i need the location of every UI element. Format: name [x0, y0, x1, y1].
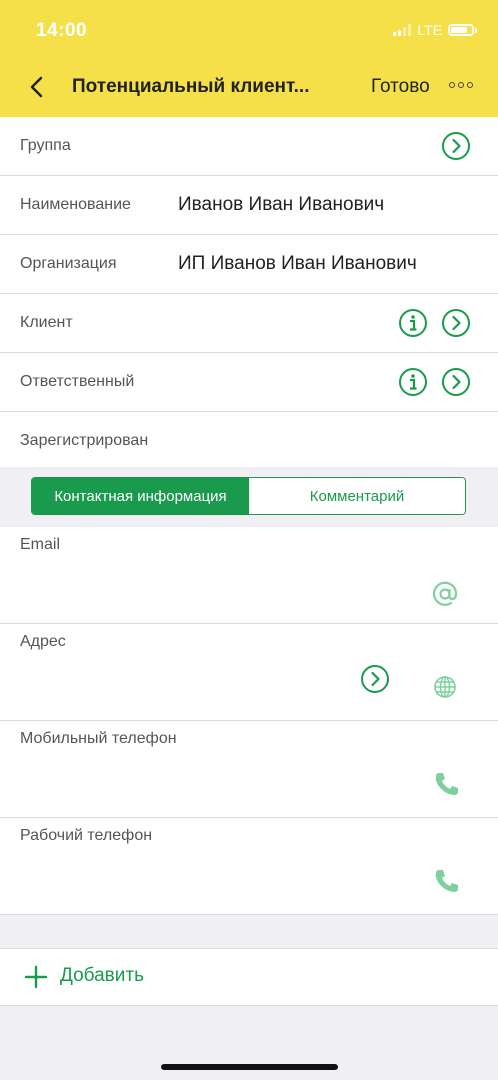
field-label: Ответственный — [20, 373, 135, 390]
field-organization[interactable]: Организация ИП Иванов Иван Иванович — [0, 235, 498, 294]
chevron-circle-icon[interactable] — [441, 308, 471, 338]
contact-label: Email — [20, 536, 61, 553]
field-label: Клиент — [20, 314, 73, 331]
contact-mobile-phone[interactable]: Мобильный телефон — [0, 721, 498, 818]
contact-address[interactable]: Адрес — [0, 624, 498, 721]
field-label: Организация — [20, 255, 117, 272]
phone-icon[interactable] — [432, 866, 462, 896]
field-label: Наименование — [20, 196, 131, 213]
field-value: ИП Иванов Иван Иванович — [178, 253, 417, 274]
contact-list: Email Адрес Мобильный телефон Рабочий те… — [0, 527, 498, 915]
chevron-circle-icon[interactable] — [441, 367, 471, 397]
status-indicators: LTE — [393, 22, 477, 38]
app-header: 14:00 LTE Потенциальный клиент... Готово — [0, 0, 498, 117]
chevron-circle-icon[interactable] — [441, 131, 471, 161]
info-circle-icon[interactable] — [398, 308, 428, 338]
more-icon[interactable] — [449, 82, 473, 88]
contact-label: Рабочий телефон — [20, 827, 153, 844]
contact-work-phone[interactable]: Рабочий телефон — [0, 818, 498, 915]
network-label: LTE — [417, 22, 442, 38]
field-label: Зарегистрирован — [20, 432, 149, 449]
status-time: 14:00 — [36, 20, 88, 41]
field-group[interactable]: Группа — [0, 117, 498, 176]
chevron-circle-icon[interactable] — [360, 664, 390, 694]
phone-icon[interactable] — [432, 769, 462, 799]
globe-icon[interactable] — [432, 674, 458, 700]
form-fields: Группа Наименование Иванов Иван Иванович… — [0, 117, 498, 470]
page-title: Потенциальный клиент... — [72, 76, 310, 97]
field-value: Иванов Иван Иванович — [178, 194, 385, 215]
tab-contact-info[interactable]: Контактная информация — [32, 478, 249, 514]
at-icon[interactable] — [430, 579, 460, 609]
back-chevron-icon[interactable] — [22, 72, 52, 102]
done-button[interactable]: Готово — [371, 76, 430, 98]
field-responsible[interactable]: Ответственный — [0, 353, 498, 412]
field-client[interactable]: Клиент — [0, 294, 498, 353]
info-circle-icon[interactable] — [398, 367, 428, 397]
signal-icon — [393, 24, 412, 36]
add-row[interactable]: Добавить — [0, 948, 498, 1006]
tab-comment[interactable]: Комментарий — [249, 478, 465, 514]
field-name[interactable]: Наименование Иванов Иван Иванович — [0, 176, 498, 235]
battery-icon — [448, 24, 477, 36]
tabs-area: Контактная информация Комментарий — [0, 467, 498, 527]
field-registered[interactable]: Зарегистрирован — [0, 412, 498, 470]
segmented-control: Контактная информация Комментарий — [31, 477, 466, 515]
contact-label: Мобильный телефон — [20, 730, 177, 747]
field-label: Группа — [20, 137, 71, 154]
plus-icon[interactable] — [24, 965, 48, 989]
contact-email[interactable]: Email — [0, 527, 498, 624]
home-indicator[interactable] — [161, 1064, 338, 1070]
add-button[interactable]: Добавить — [60, 965, 144, 987]
contact-label: Адрес — [20, 633, 66, 650]
